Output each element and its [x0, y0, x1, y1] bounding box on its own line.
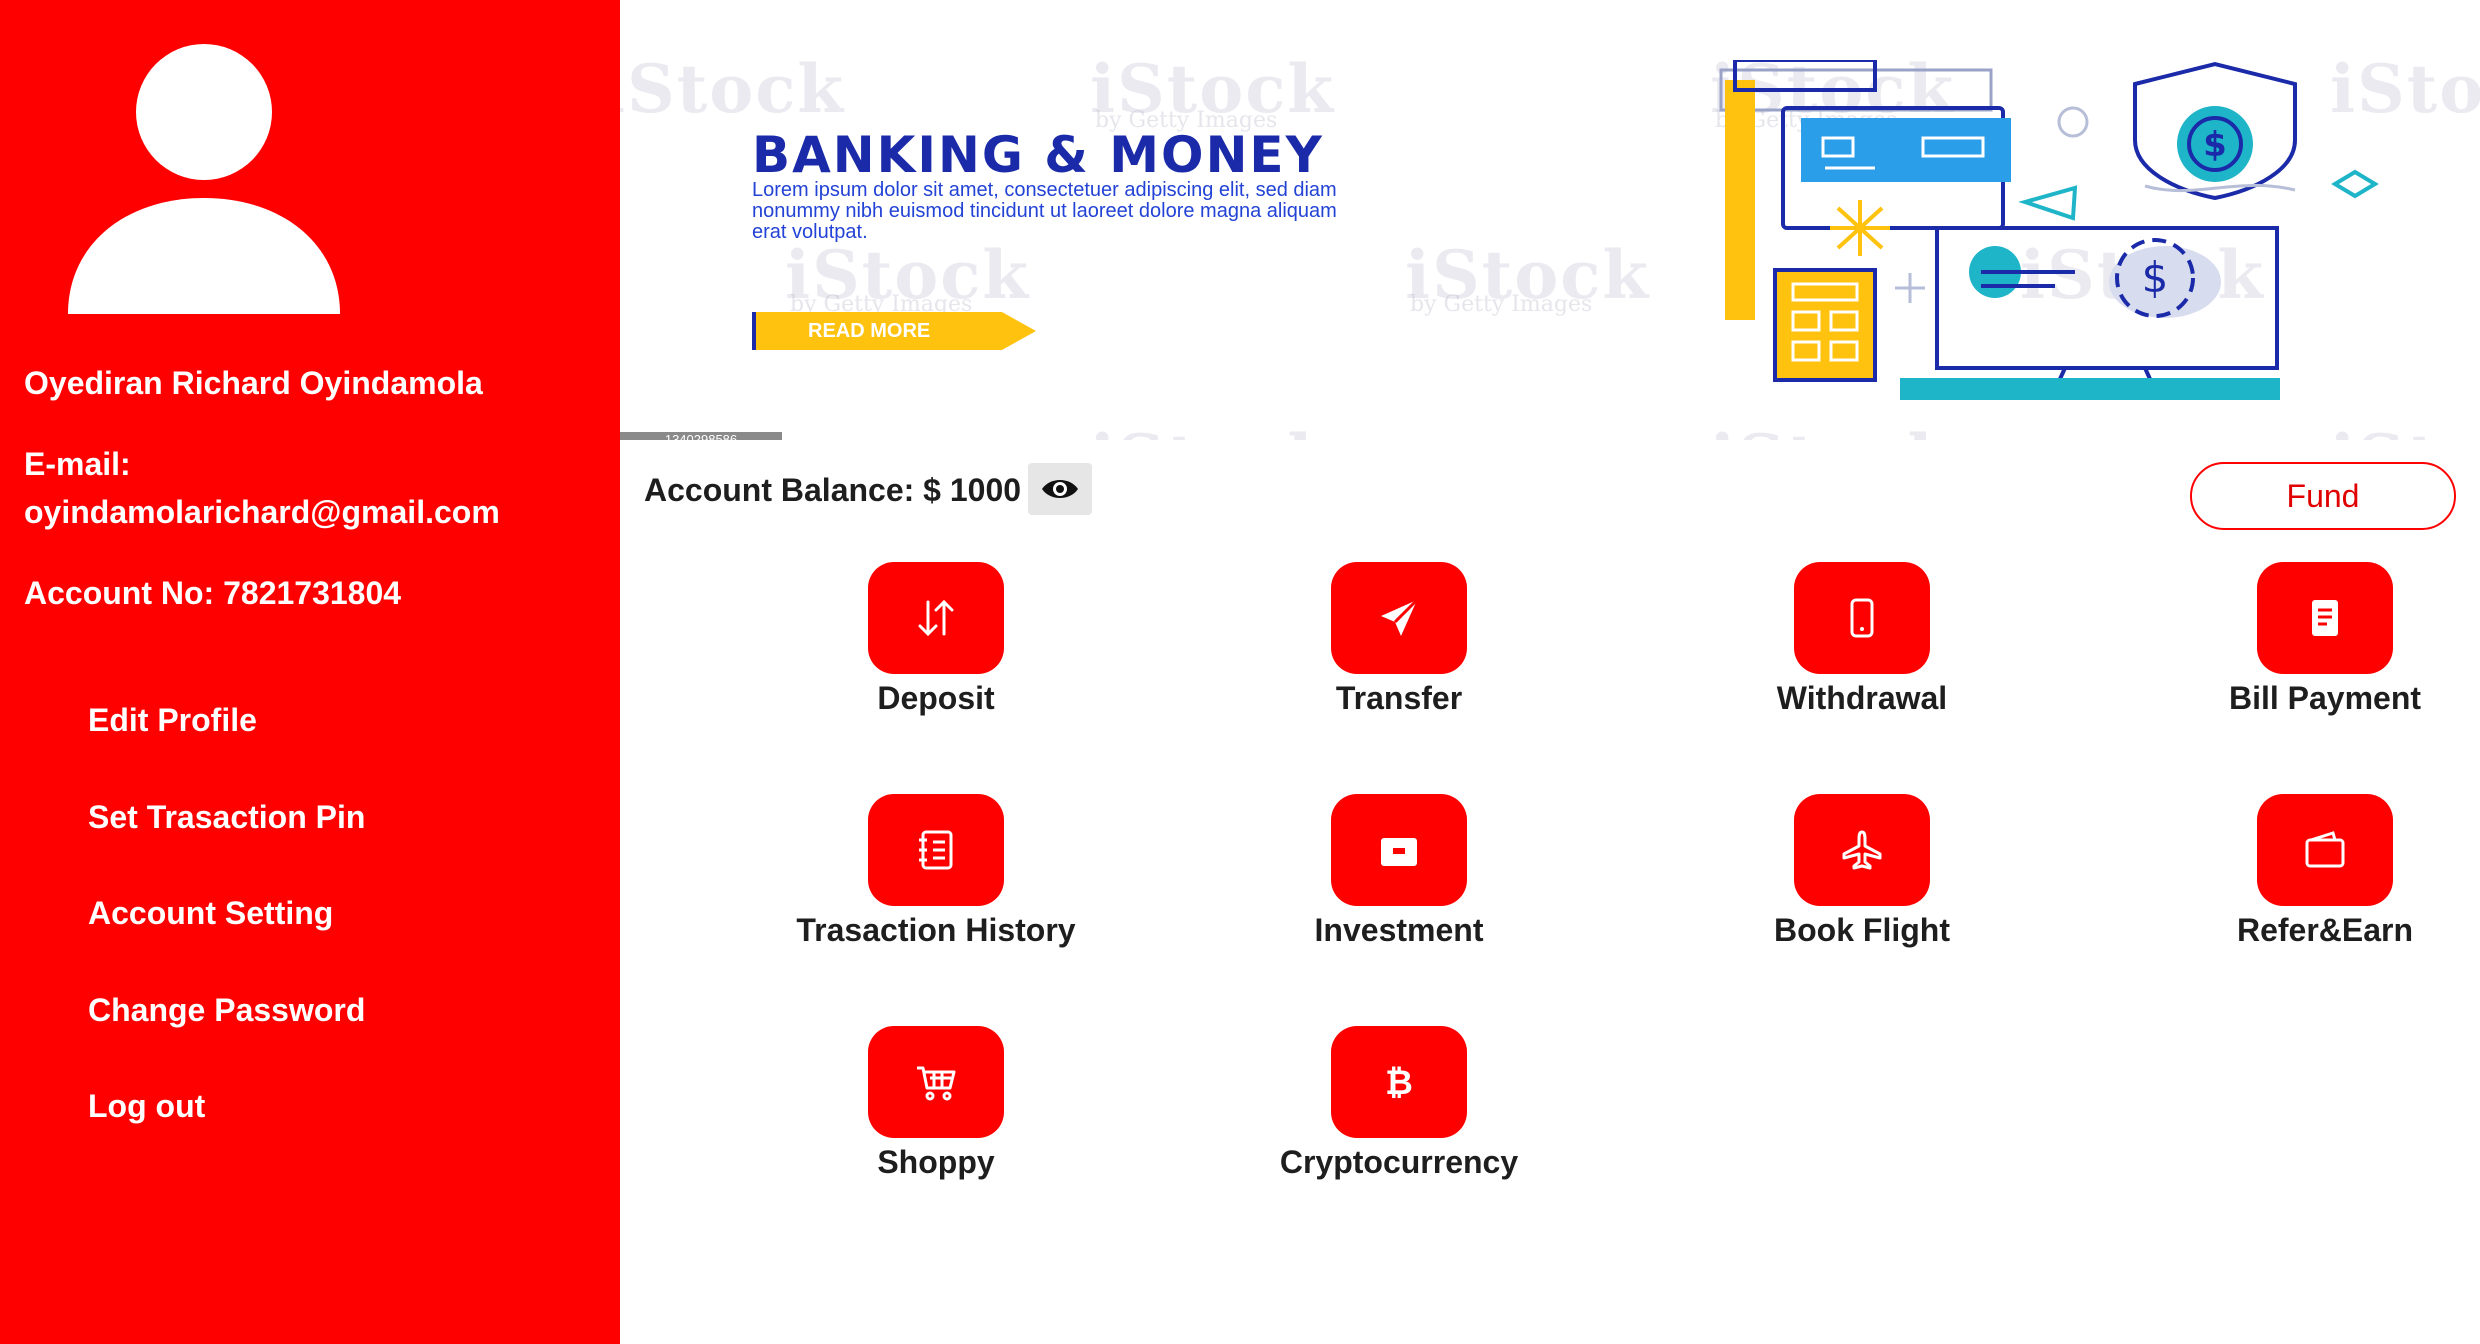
profile-name: Oyediran Richard Oyindamola: [24, 365, 483, 401]
arrows-up-down-icon: [918, 599, 954, 637]
service-bill-payment[interactable]: Bill Payment: [2165, 562, 2480, 717]
eye-icon: [1042, 480, 1078, 498]
service-icon-box: [1331, 562, 1467, 674]
service-icon-box: [1794, 794, 1930, 906]
cart-icon: [917, 1066, 956, 1101]
service-icon-box: [2257, 794, 2393, 906]
svg-text:$: $: [2142, 253, 2169, 302]
service-deposit[interactable]: Deposit: [776, 562, 1096, 717]
service-shoppy[interactable]: Shoppy: [776, 1026, 1096, 1181]
service-transaction-history[interactable]: Trasaction History: [776, 794, 1096, 949]
service-label: Book Flight: [1774, 912, 1950, 948]
service-label: Shoppy: [877, 1144, 995, 1180]
main-content: iStock iStock iStock iStock by Getty Ima…: [620, 0, 2480, 1344]
watermark: iStock: [2330, 420, 2480, 440]
service-label: Deposit: [877, 680, 995, 716]
sidebar-item-change-password[interactable]: Change Password: [88, 992, 365, 1029]
watermark: iStock: [620, 50, 846, 128]
service-label: Investment: [1314, 912, 1484, 948]
fund-button[interactable]: Fund: [2190, 462, 2456, 530]
sidebar-item-set-transaction-pin[interactable]: Set Trasaction Pin: [88, 799, 365, 836]
service-label: Transfer: [1335, 680, 1463, 716]
profile-email-label: E-mail:: [24, 446, 131, 482]
service-icon-box: [868, 1026, 1004, 1138]
service-book-flight[interactable]: Book Flight: [1702, 794, 2022, 949]
banner-title: BANKING & MONEY: [752, 126, 1324, 184]
toggle-balance-visibility[interactable]: [1028, 463, 1092, 515]
service-withdrawal[interactable]: Withdrawal: [1702, 562, 2022, 717]
read-more-label: READ MORE: [808, 320, 931, 342]
svg-text:₿: ₿: [1385, 1063, 1413, 1103]
service-investment[interactable]: Investment: [1239, 794, 1559, 949]
service-icon-box: [868, 794, 1004, 906]
svg-text:$: $: [2203, 125, 2227, 165]
sidebar-item-log-out[interactable]: Log out: [88, 1088, 205, 1125]
profile-email: oyindamolarichard@gmail.com: [24, 494, 500, 530]
read-more-button[interactable]: READ MORE: [752, 312, 1036, 350]
service-label: Withdrawal: [1776, 680, 1948, 716]
wallet-icon: [2305, 831, 2345, 868]
service-icon-box: [1794, 562, 1930, 674]
banner-text: Lorem ipsum dolor sit amet, consectetuer…: [752, 179, 1337, 243]
bitcoin-icon: ₿: [1385, 1063, 1413, 1103]
service-label: Bill Payment: [2228, 680, 2422, 716]
briefcase-icon: [1381, 838, 1417, 866]
sidebar-item-account-setting[interactable]: Account Setting: [88, 895, 333, 932]
banking-illustration-icon: $ $: [1719, 60, 2379, 400]
watermark: iStock: [1710, 420, 1955, 440]
phone-icon: [1850, 598, 1874, 638]
watermark: iStock: [1090, 420, 1335, 440]
profile-account-number: Account No: 7821731804: [24, 575, 402, 611]
airplane-icon: [1842, 830, 1882, 870]
service-icon-box: [1331, 794, 1467, 906]
account-balance: Account Balance: $ 1000: [644, 472, 1022, 508]
sidebar: Oyediran Richard Oyindamola E-mail: oyin…: [0, 0, 620, 1344]
service-label: Trasaction History: [796, 912, 1076, 948]
service-cryptocurrency[interactable]: ₿ Cryptocurrency: [1239, 1026, 1559, 1181]
service-icon-box: [868, 562, 1004, 674]
watermark-sub: by Getty Images: [1410, 292, 1593, 317]
banner: iStock iStock iStock iStock by Getty Ima…: [620, 0, 2480, 440]
user-avatar-icon: [68, 44, 340, 314]
service-label: Cryptocurrency: [1279, 1144, 1519, 1180]
service-icon-box: ₿: [1331, 1026, 1467, 1138]
journal-icon: [919, 830, 953, 870]
image-id: 1340298586: [620, 432, 782, 440]
document-icon: [2312, 600, 2338, 636]
service-label: Refer&Earn: [2236, 912, 2414, 948]
service-transfer[interactable]: Transfer: [1239, 562, 1559, 717]
service-icon-box: [2257, 562, 2393, 674]
send-icon: [1381, 598, 1419, 636]
sidebar-item-edit-profile[interactable]: Edit Profile: [88, 702, 257, 739]
service-refer-earn[interactable]: Refer&Earn: [2165, 794, 2480, 949]
